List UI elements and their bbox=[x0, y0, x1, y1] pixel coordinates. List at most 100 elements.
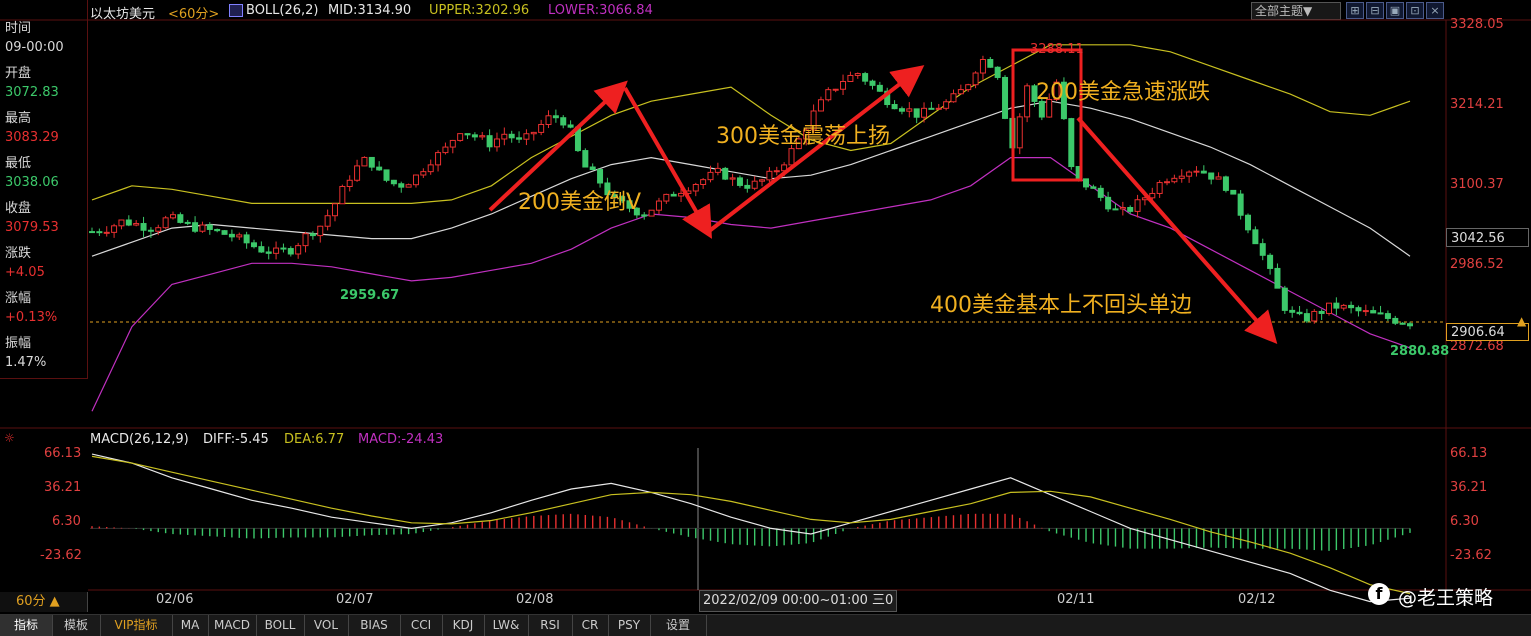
current-price-box: 3042.56 bbox=[1446, 228, 1529, 247]
candle-down bbox=[869, 80, 876, 86]
candle-down bbox=[1289, 309, 1296, 313]
candle-down bbox=[582, 150, 589, 168]
candle-down bbox=[280, 247, 287, 250]
candle-down bbox=[243, 234, 250, 244]
macd-value: MACD:-24.43 bbox=[358, 432, 444, 447]
candle-down bbox=[641, 214, 648, 217]
tab-ma[interactable]: MA bbox=[172, 615, 209, 636]
watermark: @老王策略 bbox=[1398, 587, 1494, 609]
tab-macd[interactable]: MACD bbox=[208, 615, 257, 636]
candle-down bbox=[1370, 310, 1377, 314]
boll-lines bbox=[91, 44, 1411, 412]
tab-rsi[interactable]: RSI bbox=[528, 615, 573, 636]
candle-down bbox=[560, 117, 567, 126]
candle-down bbox=[1127, 207, 1134, 212]
tab-lw[interactable]: LW& bbox=[484, 615, 529, 636]
candle-up bbox=[663, 193, 670, 202]
macd-left-tick-1: 66.13 bbox=[44, 446, 82, 461]
tab-cr[interactable]: CR bbox=[572, 615, 609, 636]
tab-settings[interactable]: 设置 bbox=[650, 615, 707, 636]
candle-down bbox=[89, 231, 95, 234]
candle-down bbox=[390, 179, 397, 185]
candle-up bbox=[538, 123, 545, 133]
candle-up bbox=[427, 164, 434, 173]
candle-up bbox=[1193, 170, 1200, 173]
candle-up bbox=[950, 93, 957, 103]
candle-up bbox=[169, 214, 176, 219]
candle-up bbox=[906, 108, 913, 112]
candle-up bbox=[111, 225, 118, 233]
candle-down bbox=[928, 107, 935, 110]
candle-down bbox=[1112, 208, 1119, 211]
candle-up bbox=[420, 171, 427, 176]
tab-boll[interactable]: BOLL bbox=[256, 615, 305, 636]
high-marker: 3288.11 bbox=[1030, 42, 1084, 57]
tab-templates[interactable]: 模板 bbox=[52, 615, 101, 636]
candle-down bbox=[383, 169, 390, 181]
candle-down bbox=[1097, 187, 1104, 198]
candle-up bbox=[1340, 304, 1347, 309]
candle-down bbox=[265, 251, 272, 254]
macd-right-tick-4: -23.62 bbox=[1450, 548, 1492, 563]
tab-cci[interactable]: CCI bbox=[400, 615, 443, 636]
candle-down bbox=[744, 184, 751, 189]
tab-kdj[interactable]: KDJ bbox=[442, 615, 485, 636]
candle-up bbox=[523, 133, 530, 140]
candle-down bbox=[228, 233, 235, 238]
candle-up bbox=[1215, 176, 1222, 180]
candle-down bbox=[192, 222, 199, 232]
macd-right-tick-1: 66.13 bbox=[1450, 446, 1488, 461]
candle-down bbox=[1318, 310, 1325, 314]
candle-down bbox=[486, 135, 493, 148]
tab-psy[interactable]: PSY bbox=[608, 615, 651, 636]
candle-down bbox=[1303, 313, 1310, 322]
candle-down bbox=[1083, 178, 1090, 188]
period-button[interactable]: 60分 ▲ bbox=[0, 592, 88, 612]
candle-up bbox=[479, 135, 486, 138]
candle-up bbox=[545, 115, 552, 125]
date-label-3: 02/08 bbox=[516, 592, 554, 607]
macd-left-tick-4: -23.62 bbox=[40, 548, 82, 563]
candle-up bbox=[530, 131, 537, 135]
tab-indicators[interactable]: 指标 bbox=[0, 615, 53, 636]
candle-down bbox=[987, 58, 994, 68]
candle-up bbox=[965, 84, 972, 91]
macd-dea: DEA:6.77 bbox=[284, 432, 345, 447]
candle-up bbox=[788, 148, 795, 166]
candle-up bbox=[832, 88, 839, 91]
tab-vip[interactable]: VIP指标 bbox=[100, 615, 173, 636]
candle-down bbox=[1333, 302, 1340, 309]
candle-up bbox=[412, 174, 419, 186]
tab-vol[interactable]: VOL bbox=[304, 615, 349, 636]
candle-up bbox=[935, 107, 942, 110]
candle-up bbox=[1119, 207, 1126, 210]
candle-up bbox=[979, 58, 986, 74]
candle-down bbox=[516, 137, 523, 140]
candle-up bbox=[236, 234, 243, 238]
macd-left-tick-3: 6.30 bbox=[52, 514, 81, 529]
macd-settings-icon[interactable]: ☼ bbox=[4, 431, 15, 445]
candle-up bbox=[103, 231, 110, 234]
candle-up bbox=[1171, 177, 1178, 183]
macd-title: MACD(26,12,9) bbox=[90, 432, 189, 447]
candle-up bbox=[1178, 175, 1185, 179]
candle-down bbox=[552, 115, 559, 119]
candle-down bbox=[125, 219, 132, 226]
candle-down bbox=[1407, 323, 1413, 327]
candle-up bbox=[943, 101, 950, 109]
date-label-4: 02/11 bbox=[1057, 592, 1095, 607]
macd-left-tick-2: 36.21 bbox=[44, 480, 82, 495]
macd-diff-line bbox=[91, 453, 1411, 603]
annotation-inverted-v: 200美金倒V bbox=[518, 190, 642, 215]
candle-down bbox=[221, 230, 228, 235]
macd-diff: DIFF:-5.45 bbox=[203, 432, 269, 447]
tab-bias[interactable]: BIAS bbox=[348, 615, 401, 636]
candle-up bbox=[1156, 182, 1163, 194]
candle-down bbox=[464, 133, 471, 136]
candle-up bbox=[692, 183, 699, 192]
price-tick-4: 2986.52 bbox=[1450, 257, 1504, 272]
candle-down bbox=[140, 223, 147, 231]
candle-up bbox=[921, 107, 928, 118]
candle-up bbox=[155, 227, 162, 232]
candle-down bbox=[376, 166, 383, 171]
